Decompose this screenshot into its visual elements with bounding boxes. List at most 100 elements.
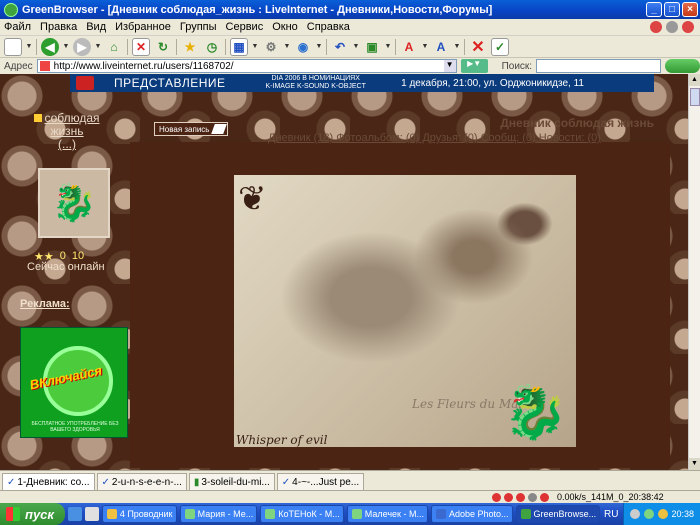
network-icon[interactable] bbox=[657, 509, 668, 519]
favorites-star-icon[interactable]: ★ bbox=[181, 38, 199, 56]
settings-icon[interactable]: ⚙ bbox=[262, 38, 280, 56]
banner-logo bbox=[76, 76, 94, 90]
menu-file[interactable]: Файл bbox=[4, 21, 31, 33]
task-label: Малечек - М... bbox=[364, 509, 424, 519]
gear-icon[interactable] bbox=[528, 492, 537, 502]
check-icon: ✓ bbox=[281, 476, 291, 488]
messenger-icon bbox=[265, 509, 276, 519]
search-go-button[interactable] bbox=[665, 59, 700, 73]
refresh-icon[interactable]: ↻ bbox=[154, 38, 172, 56]
search-label: Поиск: bbox=[501, 60, 533, 72]
no-popup-icon[interactable] bbox=[516, 492, 525, 502]
vertical-scrollbar[interactable]: ▲ ▼ bbox=[688, 74, 700, 470]
go-button[interactable]: ▶▼ bbox=[460, 59, 488, 73]
diary-title[interactable]: Дневник соблюдая жизнь bbox=[500, 116, 654, 130]
tab-strip: ✓ 1-Дневник: со... ✓ 2-u-n-s-e-e-n-... ▮ 3-… bbox=[0, 470, 700, 490]
save-icon[interactable]: ▣ bbox=[363, 38, 381, 56]
new-post-button[interactable]: Новая запись bbox=[154, 122, 228, 136]
undo-icon[interactable]: ↶ bbox=[331, 38, 349, 56]
sidebar-username[interactable]: соблюдая жизнь (...) bbox=[24, 112, 110, 151]
tab-4[interactable]: ✓ 4-~-...Just pe... bbox=[276, 473, 365, 490]
menu-tools[interactable]: Сервис bbox=[226, 21, 264, 33]
chevron-down-icon[interactable]: ▼ bbox=[63, 38, 70, 56]
close-all-icon[interactable]: ✕ bbox=[469, 38, 487, 56]
minimize-button[interactable]: _ bbox=[646, 2, 662, 17]
language-indicator[interactable]: RU bbox=[604, 509, 618, 520]
block-icon[interactable] bbox=[492, 492, 501, 502]
username-text[interactable]: соблюдая жизнь bbox=[44, 111, 99, 138]
stop-icon[interactable] bbox=[650, 21, 662, 33]
view-mode-icon[interactable]: ▦ bbox=[230, 37, 248, 56]
window-title: GreenBrowser - [Дневник соблюдая_жизнь :… bbox=[22, 3, 493, 16]
ie-icon[interactable] bbox=[68, 507, 82, 521]
chevron-down-icon[interactable]: ▼ bbox=[316, 38, 323, 56]
text-larger-icon[interactable]: A bbox=[400, 38, 418, 56]
new-page-icon[interactable] bbox=[4, 37, 22, 56]
tab-label: 3-soleil-du-mi... bbox=[201, 476, 270, 488]
tab-label: 1-Дневник: со... bbox=[17, 476, 90, 488]
close-icon[interactable] bbox=[540, 492, 549, 502]
close-tab-icon[interactable] bbox=[682, 21, 694, 33]
task-maria[interactable]: Мария - Ме... bbox=[179, 505, 258, 523]
restore-icon[interactable] bbox=[666, 21, 678, 33]
chevron-down-icon[interactable]: ▼ bbox=[454, 38, 461, 56]
chevron-down-icon[interactable]: ▼ bbox=[252, 38, 259, 56]
forward-icon[interactable]: ▶ bbox=[73, 37, 91, 56]
text-smaller-icon[interactable]: A bbox=[432, 38, 450, 56]
chevron-down-icon[interactable]: ▼ bbox=[353, 38, 360, 56]
scroll-up-icon[interactable]: ▲ bbox=[689, 74, 700, 86]
dragon-icon: 🐉 bbox=[51, 182, 97, 223]
check-icon: ✓ bbox=[101, 476, 110, 488]
task-greenbrowser[interactable]: GreenBrowse... bbox=[515, 505, 601, 523]
url-input[interactable]: http://www.liveinternet.ru/users/1168702… bbox=[36, 59, 457, 73]
close-button[interactable]: × bbox=[682, 2, 698, 17]
scroll-thumb[interactable] bbox=[690, 88, 700, 106]
menu-favorites[interactable]: Избранное bbox=[115, 21, 171, 33]
diary-links[interactable]: Дневник (18) Фотоальбом: (0) Друзья: (0)… bbox=[268, 132, 601, 144]
menu-window[interactable]: Окно bbox=[272, 21, 298, 33]
chevron-down-icon[interactable]: ▼ bbox=[443, 60, 456, 72]
checklist-icon[interactable]: ✓ bbox=[491, 37, 509, 56]
ad-banner[interactable]: ПРЕДСТАВЛЕНИЕ DIA 2006 В НОМИНАЦИЯХ K-IM… bbox=[70, 74, 654, 92]
menu-bar: Файл Правка Вид Избранное Группы Сервис … bbox=[0, 19, 700, 36]
stop-icon[interactable] bbox=[504, 492, 513, 502]
scroll-down-icon[interactable]: ▼ bbox=[689, 458, 700, 470]
maximize-button[interactable]: □ bbox=[664, 2, 680, 17]
history-icon[interactable]: ◷ bbox=[203, 38, 221, 56]
ads-label[interactable]: Реклама: bbox=[20, 298, 70, 310]
search-input[interactable] bbox=[536, 59, 662, 73]
task-photoshop[interactable]: Adobe Photo... bbox=[430, 505, 513, 523]
menu-view[interactable]: Вид bbox=[86, 21, 106, 33]
url-value[interactable]: http://www.liveinternet.ru/users/1168702… bbox=[54, 61, 444, 72]
menu-edit[interactable]: Правка bbox=[40, 21, 77, 33]
chevron-down-icon[interactable]: ▼ bbox=[95, 38, 102, 56]
stop-icon[interactable]: ✕ bbox=[132, 37, 150, 56]
messenger-tray-icon[interactable] bbox=[643, 509, 654, 519]
task-kotenok[interactable]: КоТЕНоК - М... bbox=[260, 505, 344, 523]
menu-groups[interactable]: Группы bbox=[180, 21, 217, 33]
tab-2[interactable]: ✓ 2-u-n-s-e-e-n-... bbox=[96, 473, 187, 490]
toolbar: ▼ ◀ ▼ ▶ ▼ ⌂ ✕ ↻ ★ ◷ ▦ ▼ ⚙ ▼ ◉ ▼ ↶ ▼ ▣ ▼ … bbox=[0, 36, 700, 58]
desktop-icon[interactable] bbox=[85, 507, 99, 521]
speaker-icon[interactable] bbox=[629, 509, 640, 519]
status-icons bbox=[492, 492, 549, 502]
menu-help[interactable]: Справка bbox=[307, 21, 350, 33]
task-label: GreenBrowse... bbox=[533, 509, 597, 519]
chevron-down-icon[interactable]: ▼ bbox=[26, 38, 33, 56]
home-icon[interactable]: ⌂ bbox=[105, 38, 123, 56]
task-malechek[interactable]: Малечек - М... bbox=[346, 505, 428, 523]
banner-mid-line1: DIA 2006 В НОМИНАЦИЯХ bbox=[271, 75, 360, 82]
chevron-down-icon[interactable]: ▼ bbox=[422, 38, 429, 56]
username-more[interactable]: (...) bbox=[58, 137, 76, 151]
avatar[interactable]: 🐉 bbox=[38, 168, 110, 238]
start-button[interactable]: пуск bbox=[0, 503, 66, 525]
ad-image[interactable]: ВКлючайся БЕСПЛАТНОЕ УПОТРЕБЛЕНИЕ БЕЗ ВА… bbox=[20, 327, 128, 438]
chevron-down-icon[interactable]: ▼ bbox=[284, 38, 291, 56]
tab-1[interactable]: ✓ 1-Дневник: со... bbox=[2, 473, 95, 490]
chevron-down-icon[interactable]: ▼ bbox=[385, 38, 392, 56]
tab-3[interactable]: ▮ 3-soleil-du-mi... bbox=[188, 473, 275, 490]
task-explorer[interactable]: 4 Проводник bbox=[101, 505, 177, 523]
globe-icon[interactable]: ◉ bbox=[294, 38, 312, 56]
toolbar-divider bbox=[225, 38, 226, 55]
back-icon[interactable]: ◀ bbox=[41, 37, 59, 56]
